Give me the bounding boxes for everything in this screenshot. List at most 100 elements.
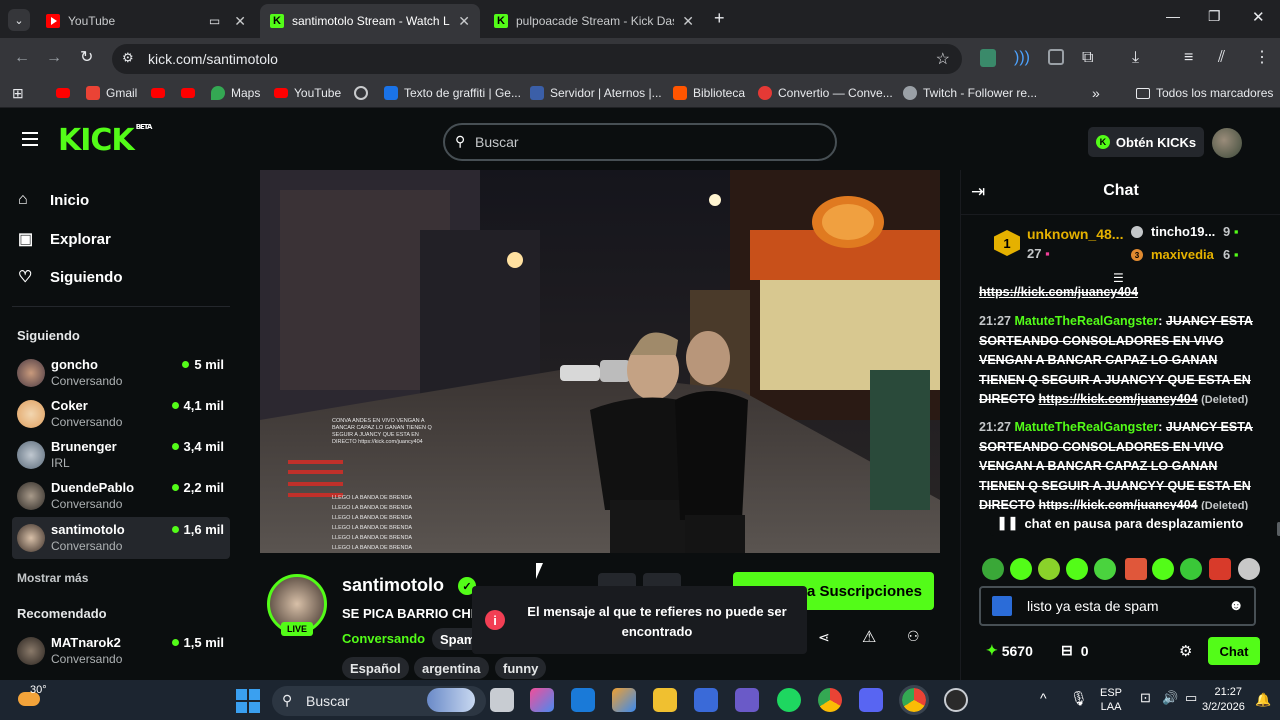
channel-item-matnarok2[interactable]: MATnarok2 Conversando 1,5 mil — [12, 630, 230, 672]
youtube-bookmark-icon[interactable] — [56, 88, 70, 98]
add-friend-icon[interactable]: ⚇ — [907, 628, 920, 645]
chat-input[interactable]: listo ya esta de spam ☻ — [979, 586, 1256, 626]
clock[interactable]: 21:27 3/2/2026 — [1202, 685, 1245, 715]
forward-icon[interactable]: → — [46, 48, 62, 68]
teams-icon[interactable] — [735, 688, 759, 712]
channel-item-goncho[interactable]: goncho Conversando 5 mil — [12, 352, 230, 394]
video-player[interactable]: CONVA ANDES EN VIVO VENGAN A BANCAR CAPA… — [260, 170, 940, 553]
emoji-picker-icon[interactable]: ☻ — [1228, 597, 1244, 614]
chat-settings-gear-icon[interactable]: ⚙ — [1179, 642, 1192, 660]
tag-argentina[interactable]: argentina — [414, 657, 489, 679]
leaderboard-first-name[interactable]: unknown_48... — [1027, 226, 1123, 242]
back-icon[interactable]: ← — [14, 48, 30, 68]
tab-pulpoacade[interactable]: K pulpoacade Stream - Kick Dashboard ✕ — [484, 4, 704, 38]
leaderboard-second-name[interactable]: tincho19... — [1151, 224, 1215, 239]
search-input[interactable]: ⚲ Buscar — [443, 123, 837, 161]
channel-item-brunenger[interactable]: Brunenger IRL 3,4 mil — [12, 434, 230, 476]
kick-points[interactable]: ✦ 5670 — [986, 642, 1033, 659]
maximize-icon[interactable]: ❐ — [1208, 8, 1221, 25]
system-tray-chevron-icon[interactable]: ^ — [1040, 690, 1047, 706]
notifications-icon[interactable]: 🔔 — [1255, 692, 1271, 708]
tag-espanol[interactable]: Español — [342, 657, 409, 679]
obs-icon[interactable] — [944, 688, 968, 712]
spotify-icon[interactable] — [777, 688, 801, 712]
close-window-icon[interactable]: ✕ — [1252, 8, 1265, 26]
kick-logo[interactable]: KICK BETA — [58, 123, 152, 158]
emote-icon[interactable] — [1180, 558, 1202, 580]
close-tab-icon[interactable]: ✕ — [234, 13, 246, 30]
weather-temp[interactable]: 30° — [30, 684, 47, 696]
user-avatar[interactable] — [1212, 128, 1242, 158]
bookmark-maps[interactable]: Maps — [211, 86, 260, 100]
battery-icon[interactable]: ▭ — [1185, 690, 1197, 706]
chrome-active-icon[interactable] — [899, 685, 929, 715]
get-kicks-button[interactable]: K Obtén KICKs — [1088, 127, 1204, 157]
microphone-icon[interactable]: 🎙 — [1070, 690, 1088, 707]
tab-youtube[interactable]: YouTube ▭ ✕ — [36, 4, 256, 38]
tab-santimotolo[interactable]: K santimotolo Stream - Watch Live ✕ — [260, 4, 480, 38]
emote-icon[interactable] — [1209, 558, 1231, 580]
tag-funny[interactable]: funny — [495, 657, 547, 679]
stream-category-link[interactable]: Conversando — [342, 631, 425, 646]
close-tab-icon[interactable]: ✕ — [458, 13, 470, 30]
bookmark-youtube[interactable]: YouTube — [274, 86, 341, 100]
bookmark-biblioteca[interactable]: Biblioteca — [673, 86, 745, 100]
emote-icon[interactable] — [1010, 558, 1032, 580]
channel-item-santimotolo[interactable]: santimotolo Conversando 1,6 mil — [12, 517, 230, 559]
bookmark-convertio[interactable]: Convertio — Conve... — [758, 86, 893, 100]
bookmark-star-icon[interactable]: ☆ — [936, 49, 950, 69]
apps-grid-icon[interactable]: ⊞ — [12, 85, 24, 102]
profile-stripes-icon[interactable]: ⫽ — [1218, 48, 1225, 68]
bookmark-twitch[interactable]: Twitch - Follower re... — [903, 86, 1037, 100]
address-bar[interactable]: ⚙ kick.com/santimotolo ☆ — [112, 44, 962, 74]
windows-start-icon[interactable] — [236, 689, 260, 713]
channel-name-large[interactable]: santimotolo — [342, 575, 444, 596]
share-icon[interactable]: ⋖ — [818, 629, 830, 646]
nav-siguiendo[interactable]: ♡ Siguiendo — [18, 267, 123, 287]
browser-menu-icon[interactable]: ⋮ — [1254, 48, 1270, 68]
channel-item-coker[interactable]: Coker Conversando 4,1 mil — [12, 393, 230, 435]
more-bookmarks-icon[interactable]: » — [1092, 85, 1100, 101]
tab-search-chevron-icon[interactable]: ⌄ — [8, 9, 30, 31]
media-control-icon[interactable]: ≡ — [1184, 48, 1193, 68]
emote-icon[interactable] — [1066, 558, 1088, 580]
all-bookmarks-folder[interactable]: Todos los marcadores — [1136, 86, 1273, 100]
globe-bookmark-icon[interactable] — [354, 86, 368, 100]
chat-link[interactable]: https://kick.com/juancy404 — [979, 285, 1138, 299]
close-tab-icon[interactable]: ✕ — [682, 13, 694, 30]
task-view-icon[interactable] — [490, 688, 514, 712]
chrome-icon[interactable] — [818, 688, 842, 712]
youtube-bookmark-icon[interactable] — [181, 88, 195, 98]
discord-icon[interactable] — [859, 688, 883, 712]
bookmark-aternos[interactable]: Servidor | Aternos |... — [530, 86, 662, 100]
copilot-icon[interactable] — [530, 688, 554, 712]
download-icon[interactable]: ⤓ — [1132, 48, 1139, 68]
microsoft-store-icon[interactable] — [694, 688, 718, 712]
nav-inicio[interactable]: ⌂ Inicio — [18, 191, 89, 209]
show-more-link[interactable]: Mostrar más — [17, 571, 88, 585]
report-warning-icon[interactable]: ⚠ — [862, 627, 876, 647]
channel-item-duendepablo[interactable]: DuendePablo Conversando 2,2 mil — [12, 475, 230, 517]
site-info-icon[interactable]: ⚙ — [122, 50, 134, 66]
chat-link[interactable]: https://kick.com/juancy404 — [1039, 392, 1198, 406]
emote-icon[interactable] — [1038, 558, 1060, 580]
emote-icon[interactable] — [1238, 558, 1260, 580]
bookmark-graffiti[interactable]: Texto de graffiti | Ge... — [384, 86, 521, 100]
reload-icon[interactable]: ↻ — [80, 48, 93, 68]
nav-explorar[interactable]: ▣ Explorar — [18, 229, 111, 249]
bookmark-gmail[interactable]: Gmail — [86, 86, 137, 100]
extension-audio-icon[interactable]: ))) — [1014, 48, 1030, 68]
network-icon[interactable]: ⊡ — [1140, 690, 1151, 706]
emote-icon[interactable] — [982, 558, 1004, 580]
leaderboard-third-name[interactable]: maxivedia — [1151, 247, 1214, 262]
chat-paused-banner[interactable]: ❚❚ chat en pausa para desplazamiento — [990, 510, 1250, 536]
input-language[interactable]: ESP LAA — [1100, 686, 1122, 714]
message-username[interactable]: MatuteTheRealGangster — [1014, 420, 1158, 434]
extensions-puzzle-icon[interactable]: ⧉ — [1082, 48, 1093, 68]
youtube-bookmark-icon[interactable] — [151, 88, 165, 98]
outlook-icon[interactable] — [571, 688, 595, 712]
file-explorer-icon[interactable] — [653, 688, 677, 712]
gift-subs[interactable]: ⊟ 0 — [1061, 642, 1089, 659]
extension-box-icon[interactable] — [1048, 49, 1064, 65]
send-chat-button[interactable]: Chat — [1208, 637, 1260, 665]
